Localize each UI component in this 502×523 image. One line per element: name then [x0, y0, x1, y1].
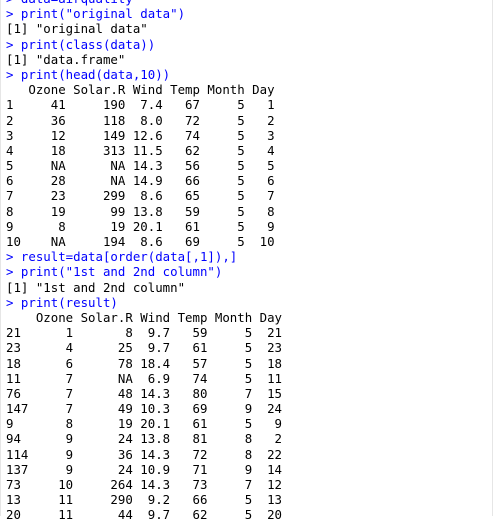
- console-output-line: 114 9 36 14.3 72 8 22: [6, 446, 283, 462]
- console-output-line: 5 NA NA 14.3 56 5 5: [6, 158, 275, 174]
- console-output-line: [1] "data.frame": [6, 51, 126, 67]
- console-output-line: [1] "original data": [6, 21, 148, 37]
- console-output-line: 7 23 299 8.6 65 5 7: [6, 188, 275, 204]
- console-output-line: 20 11 44 9.7 62 5 20: [6, 507, 283, 523]
- console-output-line: 8 19 99 13.8 59 5 8: [6, 203, 275, 219]
- console-output-line: 6 28 NA 14.9 66 5 6: [6, 173, 275, 189]
- console-output-line: 13 11 290 9.2 66 5 13: [6, 492, 283, 508]
- r-console-output[interactable]: > data=airquality> print("original data"…: [0, 0, 502, 523]
- console-output-line: 73 10 264 14.3 73 7 12: [6, 477, 283, 492]
- console-output-line: 10 NA 194 8.6 69 5 10: [6, 234, 275, 249]
- console-output-line: 147 7 49 10.3 69 9 24: [6, 401, 283, 417]
- console-output-line: 76 7 48 14.3 80 7 15: [6, 385, 283, 401]
- console-output-line: 9 8 19 20.1 61 5 9: [6, 218, 275, 234]
- console-output-line: 3 12 149 12.6 74 5 3: [6, 127, 275, 143]
- console-command-line: > print(head(data,10)): [6, 66, 171, 82]
- console-output-line: Ozone Solar.R Wind Temp Month Day: [6, 309, 283, 325]
- console-output-line: 21 1 8 9.7 59 5 21: [6, 325, 283, 341]
- console-output-line: 18 6 78 18.4 57 5 18: [6, 355, 283, 371]
- console-command-line: > print("1st and 2nd column"): [6, 264, 223, 280]
- console-output-line: 137 9 24 10.9 71 9 14: [6, 461, 283, 477]
- console-output-line: 11 7 NA 6.9 74 5 11: [6, 370, 283, 386]
- console-output-line: 9 8 19 20.1 61 5 9: [6, 416, 283, 432]
- console-command-line: > print("original data"): [6, 6, 186, 22]
- console-output-line: [1] "1st and 2nd column": [6, 279, 186, 295]
- console-command-line: > print(class(data)): [6, 36, 156, 52]
- console-output-line: 23 4 25 9.7 61 5 23: [6, 340, 283, 356]
- console-command-line: > result=data[order(data[,1]),]: [6, 249, 238, 265]
- console-output-line: 2 36 118 8.0 72 5 2: [6, 112, 275, 128]
- console-output-line: 4 18 313 11.5 62 5 4: [6, 142, 275, 158]
- console-output-line: 94 9 24 13.8 81 8 2: [6, 431, 283, 447]
- console-output-line: 1 41 190 7.4 67 5 1: [6, 97, 275, 113]
- console-command-line: > print(result): [6, 294, 118, 310]
- console-output-line: Ozone Solar.R Wind Temp Month Day: [6, 82, 275, 98]
